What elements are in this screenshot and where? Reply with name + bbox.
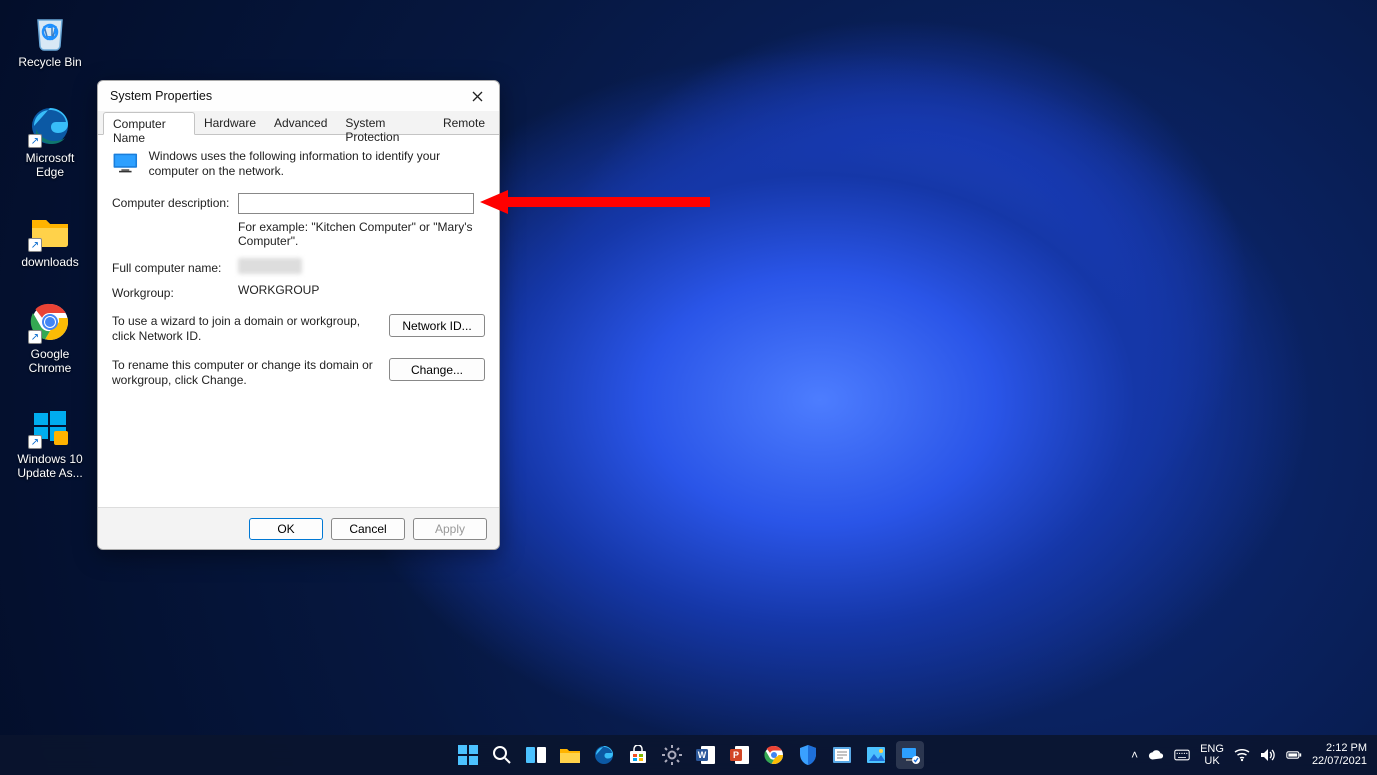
edge-icon: ↗ (28, 104, 72, 148)
change-button[interactable]: Change... (389, 358, 485, 381)
recycle-bin-icon (28, 8, 72, 52)
desktop-icon-chrome[interactable]: ↗ Google Chrome (10, 300, 90, 375)
tab-computer-name[interactable]: Computer Name (103, 112, 195, 135)
gear-icon (661, 744, 683, 766)
taskbar-chrome[interactable] (760, 741, 788, 769)
tray-wifi[interactable] (1234, 747, 1250, 763)
tab-advanced[interactable]: Advanced (265, 112, 336, 135)
taskbar-settings[interactable] (658, 741, 686, 769)
taskbar-center: W P (454, 741, 924, 769)
folder-icon: ↗ (28, 208, 72, 252)
tray-battery[interactable] (1286, 747, 1302, 763)
desktop-icon-win10-update[interactable]: ↗ Windows 10 Update As... (10, 405, 90, 480)
tab-body: Windows uses the following information t… (98, 135, 499, 507)
photos-icon (865, 745, 887, 765)
battery-icon (1286, 749, 1302, 761)
search-icon (492, 745, 512, 765)
tab-remote[interactable]: Remote (434, 112, 494, 135)
folder-icon (559, 745, 581, 765)
chrome-icon: ↗ (28, 300, 72, 344)
shortcut-arrow-icon: ↗ (28, 435, 42, 449)
desktop: Recycle Bin ↗ Microsoft Edge ↗ downloads… (0, 0, 1377, 775)
keyboard-icon (1174, 748, 1190, 762)
workgroup-value: WORKGROUP (238, 283, 485, 297)
tray-keyboard[interactable] (1174, 747, 1190, 763)
desktop-icon-downloads[interactable]: ↗ downloads (10, 208, 90, 269)
wifi-icon (1234, 748, 1250, 762)
workgroup-label: Workgroup: (112, 283, 238, 300)
shield-icon (798, 744, 818, 766)
windows-update-icon: ↗ (28, 405, 72, 449)
wordpad-icon (831, 745, 853, 765)
shortcut-arrow-icon: ↗ (28, 238, 42, 252)
store-icon (628, 745, 648, 765)
change-text: To rename this computer or change its do… (112, 358, 389, 388)
close-button[interactable] (463, 86, 491, 106)
shortcut-arrow-icon: ↗ (28, 330, 42, 344)
speaker-icon (1260, 748, 1276, 762)
network-id-text: To use a wizard to join a domain or work… (112, 314, 389, 344)
desktop-icon-edge[interactable]: ↗ Microsoft Edge (10, 104, 90, 179)
close-icon (472, 91, 483, 102)
taskbar-security[interactable] (794, 741, 822, 769)
system-tray: ˄ ENGUK 2:12 PM22/07/2021 (1131, 742, 1367, 768)
tray-onedrive[interactable] (1148, 747, 1164, 763)
desktop-icon-label: Google Chrome (10, 347, 90, 375)
system-properties-icon (899, 744, 921, 766)
tray-volume[interactable] (1260, 747, 1276, 763)
taskview-button[interactable] (522, 741, 550, 769)
tab-hardware[interactable]: Hardware (195, 112, 265, 135)
svg-text:P: P (732, 750, 738, 760)
desktop-icon-label: downloads (10, 255, 90, 269)
search-button[interactable] (488, 741, 516, 769)
system-properties-dialog: System Properties Computer Name Hardware… (97, 80, 500, 550)
full-computer-name-value (238, 258, 302, 274)
taskbar-photos[interactable] (862, 741, 890, 769)
edge-icon (593, 744, 615, 766)
taskbar-edge[interactable] (590, 741, 618, 769)
desktop-icon-label: Windows 10 Update As... (10, 452, 90, 480)
computer-description-label: Computer description: (112, 193, 238, 210)
tray-clock[interactable]: 2:12 PM22/07/2021 (1312, 742, 1367, 768)
full-computer-name-label: Full computer name: (112, 258, 238, 275)
powerpoint-icon: P (729, 744, 751, 766)
svg-text:W: W (697, 750, 706, 760)
taskview-icon (525, 744, 547, 766)
chrome-icon (763, 744, 785, 766)
taskbar-powerpoint[interactable]: P (726, 741, 754, 769)
tab-system-protection[interactable]: System Protection (336, 112, 434, 135)
apply-button[interactable]: Apply (413, 518, 487, 540)
taskbar-wordpad[interactable] (828, 741, 856, 769)
cancel-button[interactable]: Cancel (331, 518, 405, 540)
taskbar-store[interactable] (624, 741, 652, 769)
desktop-icon-recycle-bin[interactable]: Recycle Bin (10, 8, 90, 69)
description-example-text: For example: "Kitchen Computer" or "Mary… (238, 220, 474, 248)
word-icon: W (695, 744, 717, 766)
windows-icon (457, 744, 479, 766)
start-button[interactable] (454, 741, 482, 769)
taskbar-word[interactable]: W (692, 741, 720, 769)
computer-description-input[interactable] (238, 193, 474, 214)
network-id-button[interactable]: Network ID... (389, 314, 485, 337)
dialog-titlebar[interactable]: System Properties (98, 81, 499, 111)
annotation-arrow (480, 190, 710, 214)
desktop-icon-label: Recycle Bin (10, 55, 90, 69)
dialog-button-bar: OK Cancel Apply (98, 507, 499, 549)
monitor-icon (112, 149, 139, 177)
desktop-icon-label: Microsoft Edge (10, 151, 90, 179)
taskbar-system-properties-active[interactable] (896, 741, 924, 769)
ok-button[interactable]: OK (249, 518, 323, 540)
tray-language[interactable]: ENGUK (1200, 743, 1224, 767)
shortcut-arrow-icon: ↗ (28, 134, 42, 148)
taskbar: W P ˄ ENGUK 2:12 PM22/07/2021 (0, 735, 1377, 775)
taskbar-explorer[interactable] (556, 741, 584, 769)
intro-text: Windows uses the following information t… (149, 149, 485, 179)
cloud-icon (1148, 749, 1164, 761)
dialog-title: System Properties (110, 89, 212, 103)
tab-strip: Computer Name Hardware Advanced System P… (98, 111, 499, 135)
tray-overflow-button[interactable]: ˄ (1131, 748, 1138, 762)
